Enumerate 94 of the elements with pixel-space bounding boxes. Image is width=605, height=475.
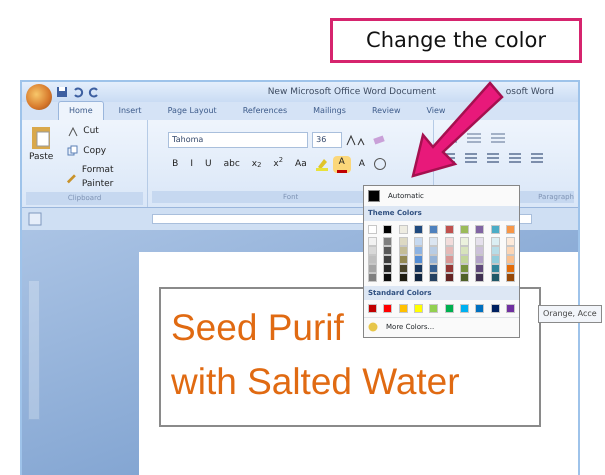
undo-icon[interactable] <box>72 86 84 98</box>
color-swatch[interactable] <box>398 264 408 272</box>
color-swatch[interactable] <box>506 304 515 313</box>
list-icon[interactable] <box>466 132 482 144</box>
color-swatch[interactable] <box>368 224 377 234</box>
color-swatch[interactable] <box>414 224 423 234</box>
color-swatch[interactable] <box>414 272 423 282</box>
document-text: Seed Purif <box>171 306 344 350</box>
color-swatch[interactable] <box>475 304 484 313</box>
color-swatch[interactable] <box>398 246 408 254</box>
document-text: with Salted Water <box>171 360 460 404</box>
clipboard-item[interactable]: Cut <box>64 124 144 140</box>
color-swatch[interactable] <box>475 236 484 246</box>
color-swatch[interactable] <box>490 304 500 313</box>
color-swatch[interactable] <box>383 236 392 246</box>
color-swatch[interactable] <box>490 264 500 272</box>
color-swatch[interactable] <box>429 236 438 246</box>
color-swatch[interactable] <box>383 224 392 234</box>
format-button[interactable]: x$_{2}$ <box>248 158 266 171</box>
color-swatch[interactable] <box>506 236 515 246</box>
color-swatch[interactable] <box>429 224 438 234</box>
color-swatch[interactable] <box>460 224 469 234</box>
format-button[interactable]: U <box>201 158 216 171</box>
color-swatch[interactable] <box>444 236 454 246</box>
office-button[interactable] <box>26 84 52 110</box>
color-swatch[interactable] <box>460 304 469 313</box>
format-button[interactable]: Aa <box>291 158 311 171</box>
color-swatch[interactable] <box>475 224 484 234</box>
color-swatch[interactable] <box>490 236 500 246</box>
copy-icon <box>67 145 80 158</box>
color-swatch[interactable] <box>444 254 454 264</box>
color-swatch[interactable] <box>490 246 500 254</box>
color-swatch[interactable] <box>506 246 515 254</box>
ruler-toggle-icon[interactable] <box>28 212 42 226</box>
color-swatch[interactable] <box>506 264 515 272</box>
font-size-field[interactable]: 36 <box>312 132 342 148</box>
color-swatch[interactable] <box>414 236 423 246</box>
clipboard-item[interactable]: Format Painter <box>64 163 144 192</box>
paste-button[interactable]: Paste <box>26 124 56 192</box>
color-swatch[interactable] <box>444 272 454 282</box>
tooltip: Orange, Acce <box>538 305 602 323</box>
ribbon-tab[interactable]: Page Layout <box>156 101 228 120</box>
color-swatch[interactable] <box>414 264 423 272</box>
color-swatch[interactable] <box>506 272 515 282</box>
ribbon-tab[interactable]: View <box>415 101 456 120</box>
color-swatch[interactable] <box>398 304 408 313</box>
color-swatch[interactable] <box>506 254 515 264</box>
circled-character-icon[interactable] <box>372 157 387 172</box>
format-button[interactable]: I <box>186 158 198 171</box>
brush-icon <box>67 172 78 184</box>
ribbon-tab[interactable]: Review <box>360 101 412 120</box>
color-swatch[interactable] <box>414 254 423 264</box>
ribbon-tab[interactable]: References <box>232 101 298 120</box>
color-swatch[interactable] <box>444 246 454 254</box>
save-icon[interactable] <box>56 86 68 98</box>
format-button[interactable]: x$^{2}$ <box>269 158 288 171</box>
color-swatch[interactable] <box>398 254 408 264</box>
shading-button[interactable]: A <box>354 158 369 171</box>
color-swatch[interactable] <box>398 224 408 234</box>
ribbon-tab[interactable]: Home <box>58 101 104 120</box>
redo-icon[interactable] <box>88 86 100 98</box>
color-swatch[interactable] <box>368 304 377 313</box>
font-color-button[interactable]: A <box>332 156 351 172</box>
color-swatch[interactable] <box>490 272 500 282</box>
color-swatch[interactable] <box>506 224 515 234</box>
font-name-field[interactable]: Tahoma <box>168 132 308 148</box>
color-swatch[interactable] <box>383 304 392 313</box>
color-swatch[interactable] <box>490 224 500 234</box>
color-swatch[interactable] <box>460 246 469 254</box>
color-swatch[interactable] <box>398 272 408 282</box>
color-swatch[interactable] <box>414 246 423 254</box>
callout-box: Change the color <box>330 18 582 63</box>
ribbon-tab[interactable]: Insert <box>108 101 153 120</box>
window-title: osoft Word <box>506 86 554 99</box>
color-swatch[interactable] <box>429 304 438 313</box>
color-swatch[interactable] <box>460 272 469 282</box>
color-swatch[interactable] <box>398 236 408 246</box>
color-swatch[interactable] <box>444 264 454 272</box>
format-button[interactable]: abc <box>220 158 244 171</box>
color-swatch[interactable] <box>460 254 469 264</box>
color-swatch[interactable] <box>490 254 500 264</box>
color-swatch[interactable] <box>368 236 377 246</box>
color-swatch[interactable] <box>444 224 454 234</box>
ribbon-tab[interactable]: Mailings <box>302 101 357 120</box>
color-swatch[interactable] <box>460 264 469 272</box>
color-swatch[interactable] <box>414 304 423 313</box>
list-icon[interactable] <box>490 132 506 144</box>
palette-icon <box>368 322 378 332</box>
clipboard-item[interactable]: Copy <box>64 144 144 159</box>
format-button[interactable]: B <box>168 158 182 171</box>
color-swatch[interactable] <box>444 304 454 313</box>
window-title: New Microsoft Office Word Document <box>268 86 436 99</box>
color-swatch[interactable] <box>460 236 469 246</box>
clipboard-icon <box>30 124 52 150</box>
